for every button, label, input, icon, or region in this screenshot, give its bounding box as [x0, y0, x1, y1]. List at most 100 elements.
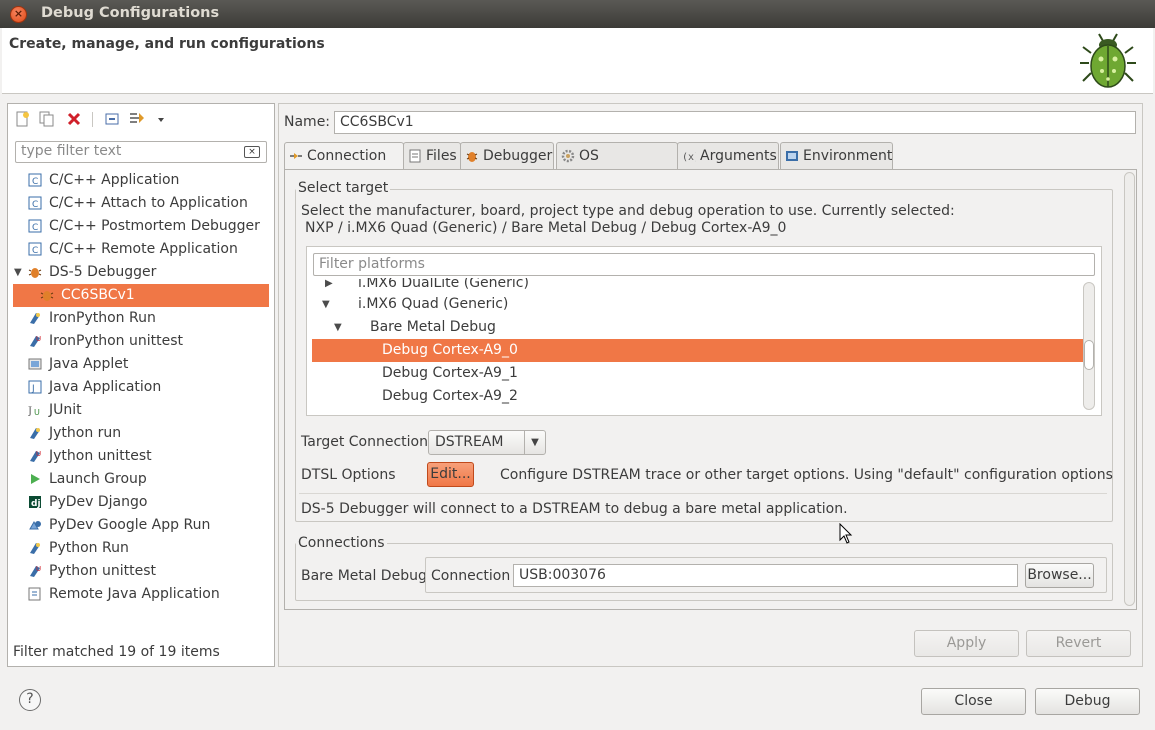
tree-item-label: CC6SBCv1	[61, 287, 135, 303]
tree-item[interactable]: C C/C++ Remote Application	[28, 238, 268, 261]
browse-button[interactable]: Browse...	[1025, 563, 1094, 588]
view-menu-chevron-icon[interactable]	[156, 111, 166, 127]
tree-item-label: C/C++ Postmortem Debugger	[49, 218, 260, 234]
c-launch-icon: C	[28, 173, 42, 187]
platform-item[interactable]: Debug Cortex-A9_1	[308, 362, 1083, 385]
tree-item-selected[interactable]: CC6SBCv1	[13, 284, 269, 307]
dtsl-options-label: DTSL Options	[301, 467, 396, 483]
bare-metal-debug-label: Bare Metal Debug	[301, 568, 427, 584]
select-target-title: Select target	[296, 180, 391, 196]
collapse-all-icon[interactable]	[104, 111, 120, 127]
platform-item[interactable]: ▼ Bare Metal Debug	[308, 316, 1083, 339]
configuration-name-input[interactable]: CC6SBCv1	[334, 111, 1136, 134]
tab-scrollbar[interactable]	[1124, 172, 1135, 606]
tree-item[interactable]: IronPython Run	[28, 307, 268, 330]
tree-item-label: Java Applet	[49, 356, 129, 372]
tree-item[interactable]: PyDev Google App Run	[28, 514, 268, 537]
svg-text:dj: dj	[31, 499, 41, 509]
python-icon	[30, 543, 40, 554]
tree-item[interactable]: U Python unittest	[28, 560, 268, 583]
debugger-bug-icon	[466, 152, 478, 162]
tree-item[interactable]: U IronPython unittest	[28, 330, 268, 353]
filter-configurations-icon[interactable]	[129, 111, 145, 127]
platform-tree: ▶ i.MX6 DualLite (Generic) ▼ i.MX6 Quad …	[308, 278, 1083, 414]
platform-item[interactable]: ▼ i.MX6 Quad (Generic)	[308, 293, 1083, 316]
tree-item[interactable]: Java Applet	[28, 353, 268, 376]
tree-item[interactable]: J Java Application	[28, 376, 268, 399]
tab-label: Files	[426, 148, 457, 164]
mouse-cursor-icon	[839, 523, 853, 544]
collapse-arrow-icon[interactable]: ▼	[334, 316, 342, 339]
delete-icon[interactable]	[66, 111, 82, 127]
tree-item[interactable]: Remote Java Application	[28, 583, 268, 606]
tab-files[interactable]: Files	[403, 142, 461, 169]
divider	[299, 493, 1107, 494]
ds5-bug-icon	[28, 268, 42, 278]
tree-item[interactable]: DS-5 Debugger ▼	[14, 261, 268, 284]
svg-text:U: U	[36, 565, 41, 573]
tree-item-label: IronPython unittest	[49, 333, 184, 349]
clear-filter-icon[interactable]: ×	[244, 146, 260, 158]
duplicate-icon[interactable]	[39, 111, 55, 127]
platform-item[interactable]: Debug Cortex-A9_2	[308, 385, 1083, 408]
chevron-down-icon[interactable]: ▼	[524, 431, 545, 454]
tab-debugger[interactable]: Debugger	[460, 142, 554, 169]
python-icon	[30, 313, 40, 324]
connections-title: Connections	[296, 535, 387, 551]
connection-input[interactable]: USB:003076	[513, 564, 1018, 587]
collapse-arrow-icon[interactable]: ▼	[322, 293, 330, 316]
tree-item[interactable]: Python Run	[28, 537, 268, 560]
google-app-icon	[29, 520, 41, 530]
c-launch-icon: C	[28, 242, 42, 256]
tree-item-label: Jython run	[49, 425, 122, 441]
select-target-description: Select the manufacturer, board, project …	[301, 203, 955, 219]
django-icon: dj	[29, 496, 41, 509]
tab-connection[interactable]: Connection	[284, 142, 404, 170]
new-configuration-icon[interactable]	[14, 111, 30, 127]
title-bar: × Debug Configurations	[0, 0, 1155, 28]
tree-item-label: PyDev Google App Run	[49, 517, 211, 533]
configuration-filter-input[interactable]: type filter text	[15, 141, 267, 163]
tab-label: Debugger	[483, 148, 553, 164]
name-label: Name:	[284, 114, 331, 130]
tree-item-label: IronPython Run	[49, 310, 156, 326]
tree-item-label: Python Run	[49, 540, 129, 556]
tab-label: Environment	[803, 148, 893, 164]
tree-item[interactable]: U Jython unittest	[28, 445, 268, 468]
tree-item[interactable]: Launch Group	[28, 468, 268, 491]
collapse-arrow-icon[interactable]: ▼	[14, 261, 22, 284]
connection-icon	[290, 153, 302, 159]
apply-button[interactable]: Apply	[914, 630, 1019, 657]
tree-item[interactable]: Jython run	[28, 422, 268, 445]
platform-item-selected[interactable]: Debug Cortex-A9_0	[312, 339, 1083, 362]
close-button[interactable]: Close	[921, 688, 1026, 715]
tree-item-label: C/C++ Attach to Application	[49, 195, 248, 211]
dtsl-edit-button[interactable]: Edit...	[427, 462, 474, 487]
tree-item[interactable]: C C/C++ Attach to Application	[28, 192, 268, 215]
close-window-icon[interactable]: ×	[10, 6, 27, 23]
python-unittest-icon: U	[30, 450, 41, 462]
help-icon[interactable]: ?	[19, 689, 41, 711]
svg-text:C: C	[32, 200, 38, 210]
svg-text:U: U	[34, 408, 40, 417]
ds5-bug-icon	[40, 291, 54, 301]
tab-arguments[interactable]: (x)= Arguments	[677, 142, 779, 169]
tree-item[interactable]: J U JUnit	[28, 399, 268, 422]
platform-filter-input[interactable]: Filter platforms	[313, 253, 1095, 276]
tree-item[interactable]: dj PyDev Django	[28, 491, 268, 514]
tree-item[interactable]: C C/C++ Application	[28, 169, 268, 192]
tree-item[interactable]: C C/C++ Postmortem Debugger	[28, 215, 268, 238]
tab-os-awareness[interactable]: OS Awareness	[556, 142, 678, 190]
tree-item-label: Python unittest	[49, 563, 156, 579]
platform-scrollbar-thumb[interactable]	[1084, 340, 1094, 370]
revert-button[interactable]: Revert	[1026, 630, 1131, 657]
dtsl-description: Configure DSTREAM trace or other target …	[500, 467, 1113, 483]
debug-bug-icon	[1080, 33, 1136, 88]
svg-text:C: C	[32, 223, 38, 233]
debug-button[interactable]: Debug	[1035, 688, 1140, 715]
connection-label: Connection	[431, 568, 511, 584]
svg-text:C: C	[32, 246, 38, 256]
python-unittest-icon: U	[30, 565, 41, 577]
tab-environment[interactable]: Environment	[780, 142, 893, 169]
junit-icon: JU	[28, 406, 40, 417]
